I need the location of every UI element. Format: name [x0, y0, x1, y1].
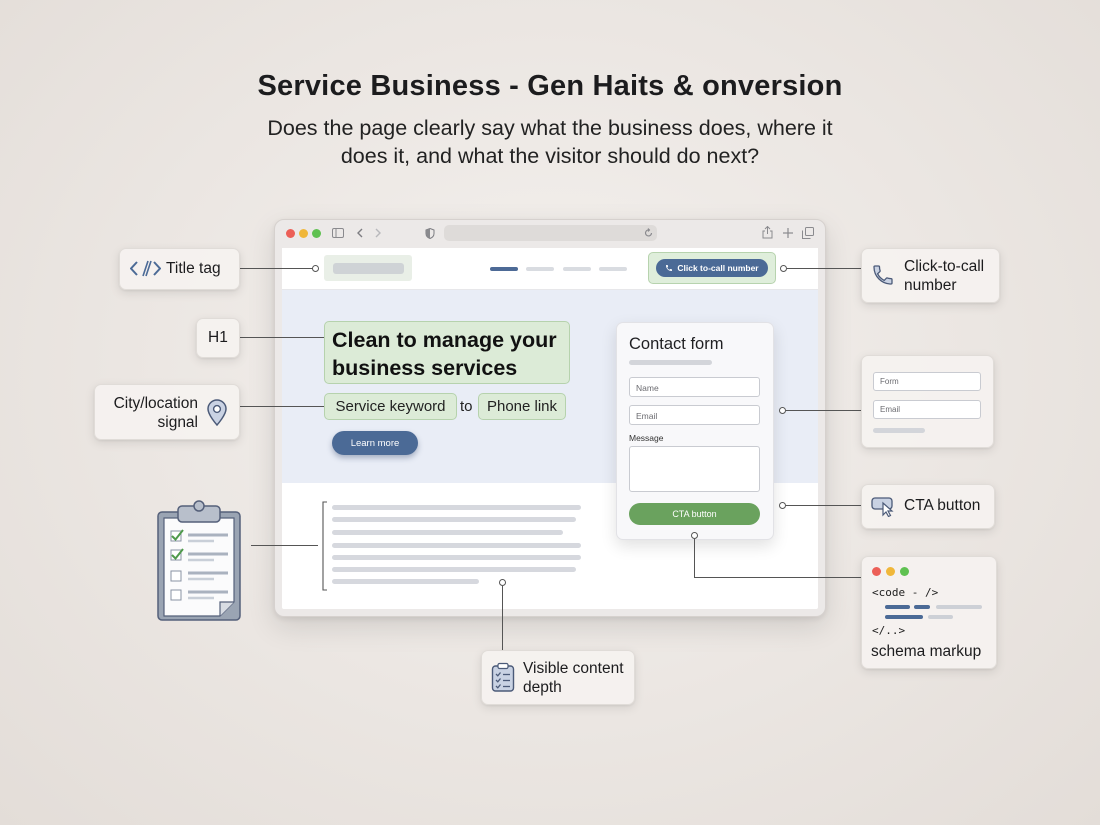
connector-line — [251, 545, 318, 546]
connector-node — [312, 265, 319, 272]
mini-email-input: Email — [873, 400, 981, 419]
content-line — [332, 530, 563, 535]
map-pin-icon — [207, 399, 227, 427]
code-icon — [130, 260, 161, 277]
cta-submit-button[interactable]: CTA button — [629, 503, 760, 525]
nav-item[interactable] — [526, 267, 554, 271]
message-label: Message — [629, 433, 664, 443]
connector-line — [787, 268, 861, 269]
share-icon[interactable] — [762, 226, 773, 239]
code-open-tag: <code - /> — [872, 586, 939, 599]
code-bar — [914, 605, 930, 609]
contact-form-subtitle-placeholder — [629, 360, 712, 365]
service-keyword: Service keyword — [324, 393, 457, 420]
code-window-dot-icon — [900, 567, 909, 576]
code-bar — [928, 615, 953, 619]
keyword-connector: to — [460, 398, 473, 415]
content-line — [332, 517, 576, 522]
mini-form-input: Form — [873, 372, 981, 391]
connector-line — [694, 577, 861, 578]
content-line — [332, 555, 581, 560]
page-title: Service Business - Gen Haits & onversion — [257, 70, 843, 102]
content-bracket — [322, 501, 327, 591]
connector-node — [780, 265, 787, 272]
code-bar — [936, 605, 982, 609]
content-line — [332, 505, 581, 510]
phone-link[interactable]: Phone link — [478, 393, 566, 420]
email-input[interactable]: Email — [629, 405, 760, 425]
code-close-tag: </..> — [872, 624, 906, 637]
content-line — [332, 543, 581, 548]
close-dot-icon[interactable] — [286, 229, 295, 238]
connector-node — [691, 532, 698, 539]
sidebar-toggle-icon[interactable] — [332, 228, 344, 238]
address-bar[interactable] — [444, 225, 657, 241]
content-line — [332, 579, 479, 584]
phone-icon — [873, 265, 893, 285]
connector-line — [786, 410, 861, 411]
contact-form-title: Contact form — [629, 335, 724, 353]
click-to-call-label: Click-to-call number — [904, 258, 985, 294]
nav-item-active[interactable] — [490, 267, 518, 271]
content-line — [332, 567, 576, 572]
connector-line — [240, 406, 324, 407]
visible-content-label: Visible content depth — [523, 660, 624, 696]
connector-node — [779, 502, 786, 509]
connector-line — [694, 539, 695, 577]
shield-icon — [425, 228, 435, 239]
connector-node — [779, 407, 786, 414]
click-to-call-label: Click to-call number — [677, 263, 759, 273]
clipboard-checklist-icon — [491, 662, 515, 692]
maximize-dot-icon[interactable] — [312, 229, 321, 238]
cta-button-label: CTA button — [904, 497, 981, 514]
hero-h1: Clean to manage your business services — [332, 328, 557, 380]
name-input[interactable]: Name — [629, 377, 760, 397]
city-location-label: City/location signal — [113, 395, 198, 431]
tabs-overview-icon[interactable] — [802, 227, 814, 239]
code-window-dot-icon — [872, 567, 881, 576]
pointer-button-icon — [871, 497, 894, 517]
mini-form-bar — [873, 428, 925, 433]
title-tag-label: Title tag — [166, 260, 221, 277]
click-to-call-button[interactable]: Click to-call number — [656, 259, 768, 277]
site-logo-placeholder[interactable] — [333, 263, 404, 274]
minimize-dot-icon[interactable] — [299, 229, 308, 238]
new-tab-plus-icon[interactable] — [783, 228, 793, 238]
message-textarea[interactable] — [629, 446, 760, 492]
connector-line — [240, 268, 314, 269]
nav-item[interactable] — [563, 267, 591, 271]
back-arrow-icon[interactable] — [356, 228, 364, 238]
connector-line — [502, 586, 503, 650]
phone-icon — [666, 265, 673, 271]
connector-line — [240, 337, 324, 338]
page-subtitle: Does the page clearly say what the busin… — [267, 116, 833, 168]
connector-line — [786, 505, 861, 506]
forward-arrow-icon[interactable] — [374, 228, 382, 238]
code-window-dot-icon — [886, 567, 895, 576]
schema-markup-label: schema markup — [871, 643, 982, 660]
checklist-clipboard-icon — [157, 500, 241, 621]
connector-node — [499, 579, 506, 586]
learn-more-button[interactable]: Learn more — [332, 431, 418, 455]
nav-item[interactable] — [599, 267, 627, 271]
code-bar — [885, 615, 923, 619]
reload-icon[interactable] — [644, 228, 653, 238]
code-bar — [885, 605, 910, 609]
h1-label: H1 — [208, 329, 228, 346]
